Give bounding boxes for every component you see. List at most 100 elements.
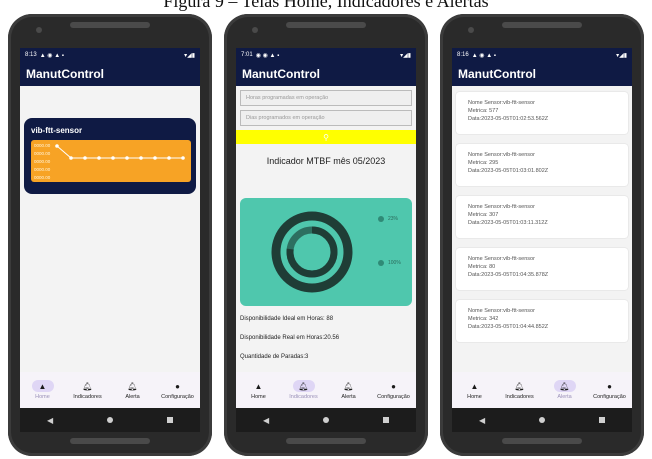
sensor-chart: 0000.00 0000.00 0000.00 0000.00 0000.00 bbox=[31, 140, 191, 182]
back-icon[interactable]: ◀ bbox=[47, 416, 53, 425]
alert-date: Data:2023-05-05T01:02:53.562Z bbox=[468, 116, 549, 122]
alert-card[interactable]: Nome Sensor:vib-ftt-sensor Metrica: 577 Da… bbox=[456, 92, 628, 134]
app-title: ManutControl bbox=[236, 62, 416, 86]
disp-real: Disponibilidade Real em Horas:20.56 bbox=[240, 335, 340, 341]
home-icon: ▲ bbox=[31, 380, 54, 392]
chart-tick-label: 0000.00 bbox=[34, 159, 51, 164]
alert-sensor-name: Nome Sensor:vib-ftt-sensor bbox=[468, 100, 535, 106]
chart-point bbox=[153, 156, 157, 160]
alert-date: Data:2023-05-05T01:03:01.802Z bbox=[468, 168, 549, 174]
home-icon: ▲ bbox=[470, 381, 479, 391]
phone-alerta: 8:16 ▲ ◉ ▲ ▪ ▾◢▮ ManutControl Nome Senso… bbox=[440, 14, 644, 456]
signal-battery-icon: ▾◢▮ bbox=[616, 52, 627, 59]
nav-home[interactable]: ▲ Home bbox=[237, 380, 281, 401]
bell-icon: 🔔︎ bbox=[292, 380, 315, 392]
alert-card[interactable]: Nome Sensor:vib-ftt-sensor Metrica: 342 Da… bbox=[456, 300, 628, 342]
app-title: ManutControl bbox=[20, 62, 200, 86]
nav-indicadores[interactable]: 🔔︎ Indicadores bbox=[282, 380, 326, 400]
nav-indicadores[interactable]: 🔔︎ Indicadores bbox=[66, 380, 110, 401]
chart-point bbox=[139, 156, 143, 160]
legend-inner-value: 100% bbox=[388, 260, 401, 266]
bell-icon: 🔔︎ bbox=[514, 381, 525, 391]
nav-configuracao-label: Configuração bbox=[593, 394, 626, 400]
bell-icon: 🔔︎ bbox=[343, 381, 354, 391]
back-icon[interactable]: ◀ bbox=[263, 416, 269, 425]
days-input[interactable]: Dias programados em operação bbox=[240, 110, 412, 126]
status-time: 8:13 bbox=[25, 52, 37, 58]
signal-battery-icon: ▾◢▮ bbox=[184, 52, 195, 59]
hours-input[interactable]: Horas programadas em operação bbox=[240, 90, 412, 106]
nav-configuracao[interactable]: ● Configuração bbox=[156, 380, 200, 401]
alert-date: Data:2023-05-05T01:04:35.878Z bbox=[468, 272, 549, 278]
home-circle-icon[interactable] bbox=[107, 417, 114, 423]
back-icon[interactable]: ◀ bbox=[479, 416, 485, 425]
recents-icon[interactable] bbox=[167, 417, 173, 423]
indicadores-screen: 7:01 ◉ ◉ ▲ ▪ ▾◢▮ ManutControl Horas prog… bbox=[236, 48, 416, 432]
legend-dot bbox=[378, 216, 384, 222]
phone-indicadores: 7:01 ◉ ◉ ▲ ▪ ▾◢▮ ManutControl Horas prog… bbox=[224, 14, 428, 456]
bell-icon: 🔔︎ bbox=[82, 381, 93, 391]
status-time: 8:16 bbox=[457, 52, 469, 58]
alert-metric: Metrica: 577 bbox=[468, 108, 499, 114]
nav-indicadores[interactable]: 🔔︎ Indicadores bbox=[498, 380, 542, 401]
alert-metric: Metrica: 295 bbox=[468, 160, 499, 166]
chart-point bbox=[69, 156, 73, 160]
front-camera bbox=[36, 27, 42, 33]
recents-icon[interactable] bbox=[383, 417, 389, 423]
bell-icon: 🔔︎ bbox=[553, 380, 576, 392]
nav-configuracao-label: Configuração bbox=[161, 394, 194, 400]
person-icon: ● bbox=[175, 381, 180, 391]
chart-point bbox=[181, 156, 185, 160]
mtbf-title: Indicador MTBF mês 05/2023 bbox=[266, 156, 386, 166]
nav-home-label: Home bbox=[251, 394, 266, 400]
mtbf-donut-chart bbox=[271, 211, 353, 293]
figure-caption: Figura 9 – Telas Home, Indicadores e Ale… bbox=[163, 0, 489, 11]
notification-icons: ▲ ◉ ▲ ▪ bbox=[471, 52, 496, 59]
nav-indicadores-label: Indicadores bbox=[505, 394, 534, 400]
alert-card[interactable]: Nome Sensor:vib-ftt-sensor Metrica: 80 Dat… bbox=[456, 248, 628, 290]
chart-point bbox=[125, 156, 129, 160]
nav-alerta[interactable]: 🔔︎ Alerta bbox=[543, 380, 587, 400]
chart-tick-label: 0000.00 bbox=[34, 175, 51, 180]
person-icon: ● bbox=[391, 381, 396, 391]
app-title: ManutControl bbox=[452, 62, 632, 86]
speaker-grille bbox=[286, 438, 366, 444]
front-camera bbox=[252, 27, 258, 33]
status-bar: 7:01 ◉ ◉ ▲ ▪ ▾◢▮ bbox=[236, 48, 416, 62]
nav-alerta[interactable]: 🔔︎ Alerta bbox=[327, 380, 371, 401]
chart-point bbox=[83, 156, 87, 160]
chart-point bbox=[111, 156, 115, 160]
nav-home-label: Home bbox=[467, 394, 482, 400]
notification-icons: ◉ ◉ ▲ ▪ bbox=[255, 52, 280, 59]
alert-metric: Metrica: 307 bbox=[468, 212, 499, 218]
paradas-count: Quantidade de Paradas:3 bbox=[240, 354, 309, 360]
alert-sensor-name: Nome Sensor:vib-ftt-sensor bbox=[468, 204, 535, 210]
nav-configuracao[interactable]: ● Configuração bbox=[588, 380, 632, 401]
nav-configuracao[interactable]: ● Configuração bbox=[372, 380, 416, 401]
speaker-grille bbox=[286, 22, 366, 28]
notification-icons: ▲ ◉ ▲ ▪ bbox=[39, 52, 64, 59]
alert-card[interactable]: Nome Sensor:vib-ftt-sensor Metrica: 295 Da… bbox=[456, 144, 628, 186]
legend-outer-value: 23% bbox=[388, 216, 399, 222]
nav-home[interactable]: ▲ Home bbox=[453, 380, 497, 401]
speaker-grille bbox=[502, 22, 582, 28]
nav-configuracao-label: Configuração bbox=[377, 394, 410, 400]
nav-alerta[interactable]: 🔔︎ Alerta bbox=[111, 380, 155, 401]
alert-metric: Metrica: 80 bbox=[468, 264, 496, 270]
recents-icon[interactable] bbox=[599, 417, 605, 423]
sensor-card[interactable]: vib-ftt-sensor 0000.00 0000.00 0000.00 0000… bbox=[24, 118, 196, 194]
home-circle-icon[interactable] bbox=[323, 417, 330, 423]
bottom-navigation: ▲ Home 🔔︎ Indicadores 🔔︎ Alerta ● Config… bbox=[236, 372, 416, 408]
nav-home[interactable]: ▲ Home bbox=[21, 380, 65, 400]
front-camera bbox=[468, 27, 474, 33]
phone-home: 8:13 ▲ ◉ ▲ ▪ ▾◢▮ ManutControl vib-ftt-se… bbox=[8, 14, 212, 456]
home-circle-icon[interactable] bbox=[539, 417, 546, 423]
alert-metric: Metrica: 342 bbox=[468, 316, 499, 322]
nav-alerta-label: Alerta bbox=[125, 394, 140, 400]
mtbf-donut-card: 23% 100% bbox=[240, 198, 412, 306]
speaker-grille bbox=[70, 438, 150, 444]
disp-ideal: Disponibilidade Ideal em Horas: 88 bbox=[240, 316, 334, 322]
nav-alerta-label: Alerta bbox=[341, 394, 356, 400]
search-button[interactable]: ⚲ bbox=[236, 130, 416, 144]
alert-card[interactable]: Nome Sensor:vib-ftt-sensor Metrica: 307 Da… bbox=[456, 196, 628, 238]
